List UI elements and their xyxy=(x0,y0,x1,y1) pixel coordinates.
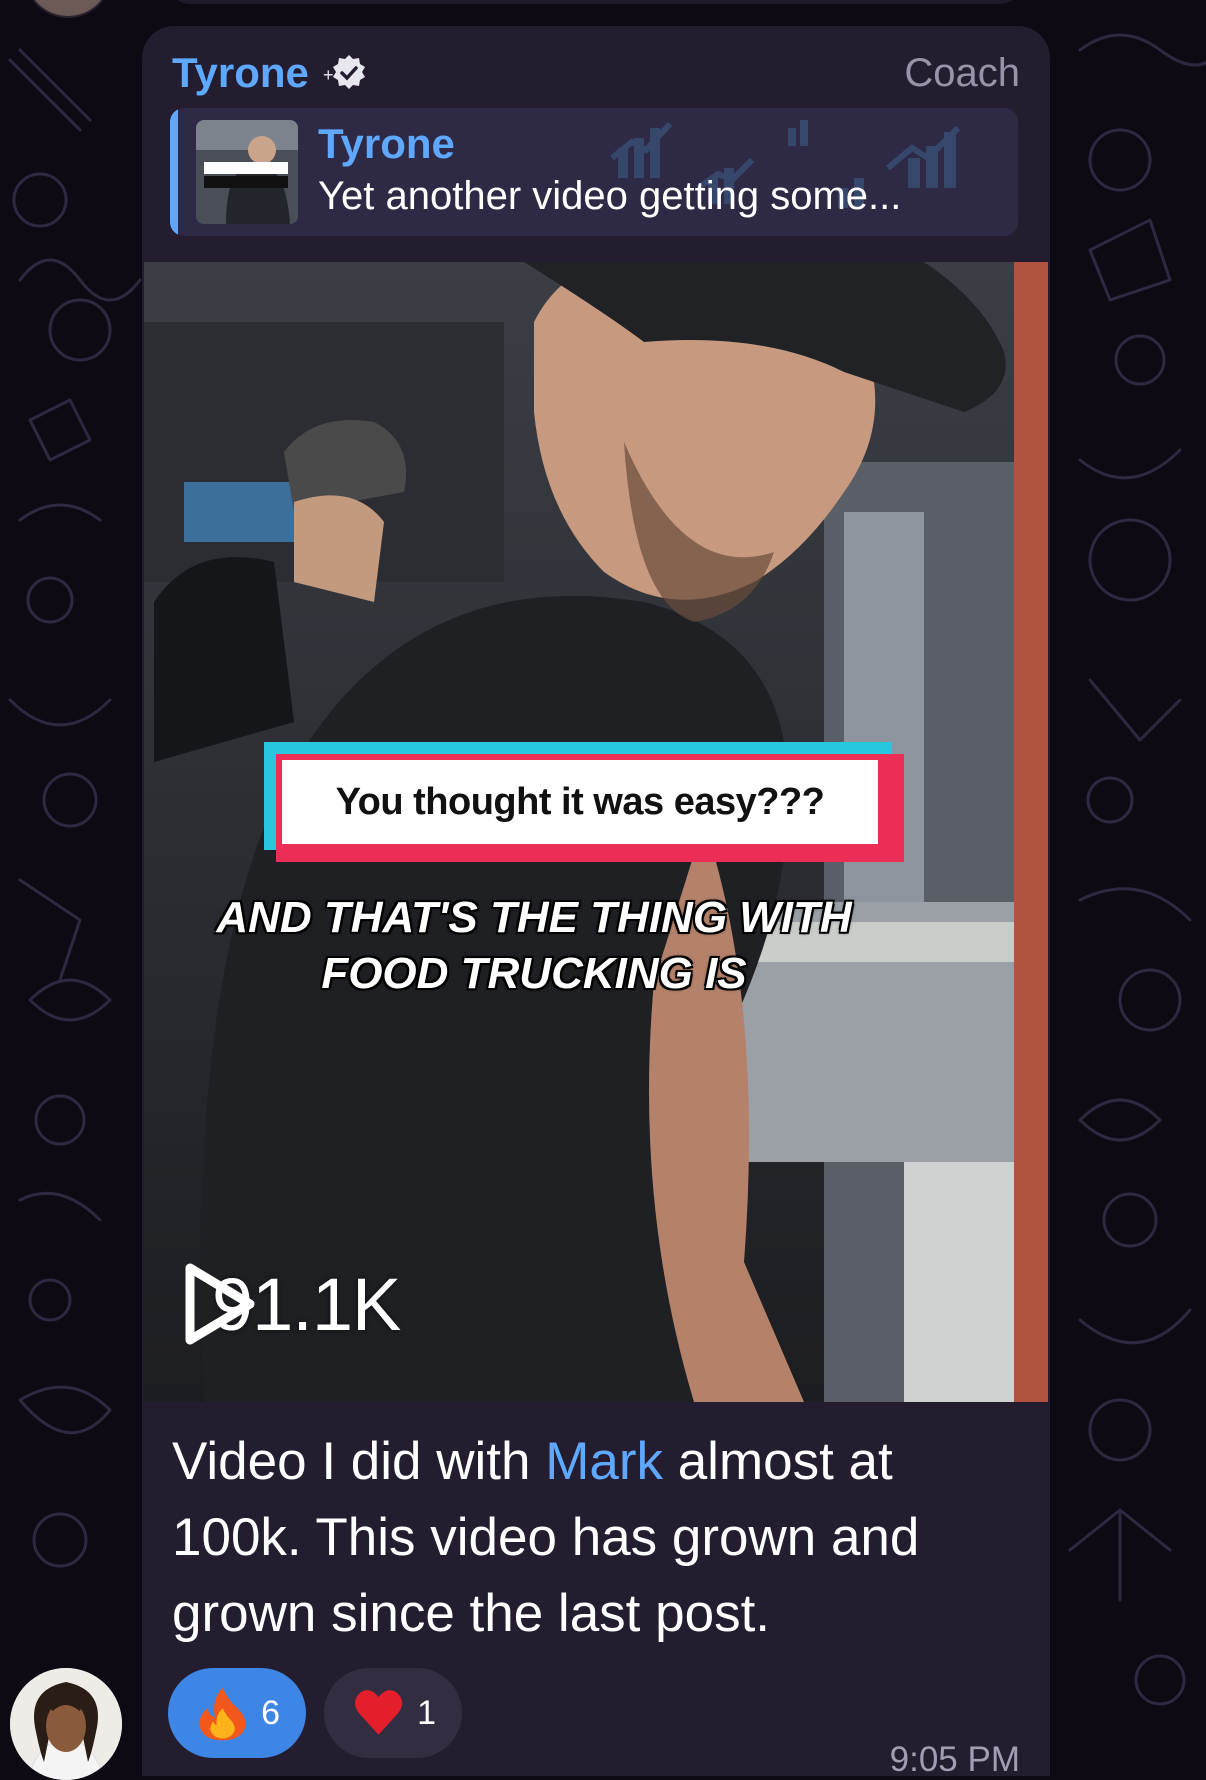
video-subtitle: AND THAT'S THE THING WITH FOOD TRUCKING … xyxy=(204,890,864,1002)
avatar[interactable] xyxy=(10,1668,122,1780)
reply-preview[interactable]: Tyrone Yet another video getting some... xyxy=(170,108,1018,236)
reply-accent-bar xyxy=(170,108,178,236)
reaction-count: 1 xyxy=(417,1693,436,1732)
video-caption: You thought it was easy??? xyxy=(282,760,878,844)
verified-badge-icon: + xyxy=(323,55,365,89)
message-bubble[interactable]: Tyrone + Coach Tyrone Yet another video … xyxy=(142,26,1050,1776)
video-subtitle-line: AND THAT'S THE THING WITH xyxy=(216,893,852,942)
message-header: Tyrone + Coach xyxy=(172,44,1020,102)
svg-text:+: + xyxy=(323,65,334,85)
reply-sender-name: Tyrone xyxy=(318,120,455,167)
member-role-label: Coach xyxy=(904,50,1020,95)
heart-icon xyxy=(354,1690,403,1735)
reaction-heart-button[interactable]: 1 xyxy=(324,1668,462,1758)
view-count: 91.1K xyxy=(182,1262,401,1346)
message-text: Video I did with Mark almost at 100k. Th… xyxy=(172,1424,1012,1652)
message-timestamp: 9:05 PM xyxy=(889,1740,1020,1776)
reaction-fire-button[interactable]: 6 xyxy=(168,1668,306,1758)
reaction-count: 6 xyxy=(261,1693,280,1732)
user-mention-link[interactable]: Mark xyxy=(545,1432,663,1491)
video-subtitle-line: FOOD TRUCKING IS xyxy=(321,949,747,998)
reactions-bar: 6 1 xyxy=(168,1668,462,1758)
fire-icon xyxy=(199,1687,246,1741)
video-caption-box: You thought it was easy??? xyxy=(264,742,904,862)
message-text-part: Video I did with xyxy=(172,1432,546,1491)
video-thumbnail[interactable]: You thought it was easy??? AND THAT'S TH… xyxy=(144,262,1048,1402)
reply-thumbnail xyxy=(196,120,298,224)
previous-message-bubble xyxy=(165,0,1025,4)
reply-snippet: Yet another video getting some... xyxy=(318,174,902,218)
play-icon xyxy=(185,1263,255,1345)
sender-name[interactable]: Tyrone xyxy=(172,49,309,97)
